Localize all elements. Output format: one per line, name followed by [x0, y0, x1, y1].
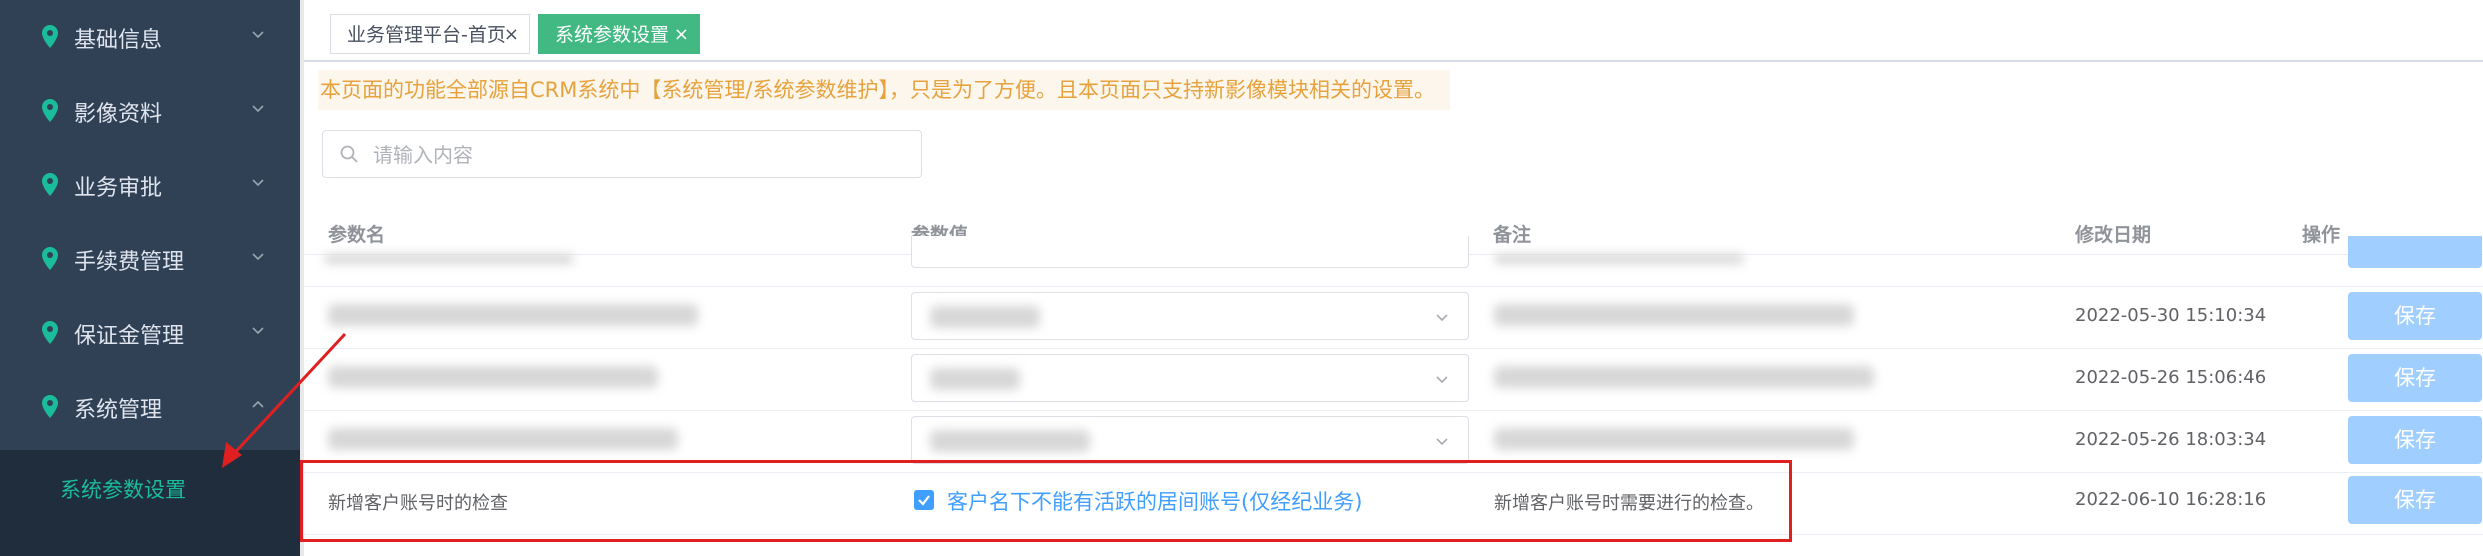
chevron-down-icon	[252, 253, 264, 261]
sidebar-item-label: 系统管理	[74, 398, 163, 423]
column-header-actions: 操作	[2302, 224, 2341, 246]
location-pin-icon	[42, 99, 58, 122]
sidebar-item-system-management[interactable]: 系统管理	[0, 370, 300, 444]
sidebar-item-label: 业务审批	[74, 176, 163, 201]
param-value-select[interactable]	[911, 236, 1469, 268]
column-header-modified-date: 修改日期	[2075, 224, 2152, 246]
tab-label: 系统参数设置	[555, 24, 670, 46]
tab-home[interactable]: 业务管理平台-首页 ×	[330, 14, 530, 54]
chevron-down-icon	[252, 105, 264, 113]
notice-banner: 本页面的功能全部源自CRM系统中【系统管理/系统参数维护】，只是为了方便。且本页…	[318, 70, 1450, 110]
param-value-select[interactable]	[911, 416, 1469, 464]
sidebar: 基础信息 影像资料 业务审批 手续费管理 保证金管理 系统管理 系统参数设置	[0, 0, 300, 556]
modified-date: 2022-05-30 15:10:34	[2075, 305, 2267, 326]
sidebar-item-label: 手续费管理	[74, 250, 185, 275]
location-pin-icon	[42, 25, 58, 48]
modified-date: 2022-06-10 16:28:16	[2075, 489, 2267, 510]
sidebar-item-basic-info[interactable]: 基础信息	[0, 0, 300, 74]
redacted-text	[930, 306, 1040, 328]
save-button[interactable]	[2348, 236, 2482, 268]
param-value-select[interactable]	[911, 354, 1469, 402]
redacted-text	[930, 430, 1090, 452]
redacted-text	[1494, 428, 1854, 450]
column-header-param-name: 参数名	[328, 224, 386, 246]
redacted-text	[1494, 366, 1874, 388]
sidebar-subitem-system-params[interactable]: 系统参数设置	[60, 474, 186, 504]
tabs-bar: 业务管理平台-首页 × 系统参数设置 ×	[304, 0, 2483, 62]
chevron-down-icon	[252, 179, 264, 187]
chevron-down-icon	[1436, 376, 1448, 384]
save-button[interactable]: 保存	[2348, 416, 2482, 464]
tab-system-params[interactable]: 系统参数设置 ×	[538, 14, 700, 54]
submenu-system-management: 系统参数设置	[0, 450, 300, 556]
chevron-down-icon	[1436, 438, 1448, 446]
close-icon[interactable]: ×	[674, 15, 689, 55]
close-icon[interactable]: ×	[504, 15, 519, 55]
sidebar-item-label: 基础信息	[74, 28, 163, 53]
sidebar-item-deposit-management[interactable]: 保证金管理	[0, 296, 300, 370]
sidebar-item-image-data[interactable]: 影像资料	[0, 74, 300, 148]
redacted-text	[1494, 254, 1744, 264]
highlight-box	[300, 460, 1792, 542]
chevron-up-icon	[252, 400, 264, 408]
location-pin-icon	[42, 173, 58, 196]
redacted-text	[1494, 304, 1854, 326]
save-button[interactable]: 保存	[2348, 476, 2482, 524]
row-divider	[304, 348, 2483, 349]
sidebar-item-business-approval[interactable]: 业务审批	[0, 148, 300, 222]
chevron-down-icon	[252, 327, 264, 335]
redacted-text	[328, 366, 658, 388]
main-content: 业务管理平台-首页 × 系统参数设置 × 本页面的功能全部源自CRM系统中【系统…	[300, 0, 2483, 556]
row-divider	[304, 286, 2483, 287]
column-header-remark: 备注	[1493, 224, 1532, 246]
location-pin-icon	[42, 321, 58, 344]
redacted-text	[328, 304, 698, 326]
search-icon	[340, 145, 358, 163]
chevron-down-icon	[1436, 314, 1448, 322]
location-pin-icon	[42, 395, 58, 418]
location-pin-icon	[42, 247, 58, 270]
modified-date: 2022-05-26 18:03:34	[2075, 429, 2267, 450]
redacted-text	[930, 368, 1020, 390]
row-divider	[304, 410, 2483, 411]
save-button[interactable]: 保存	[2348, 292, 2482, 340]
chevron-down-icon	[252, 31, 264, 39]
param-value-select[interactable]	[911, 292, 1469, 340]
sidebar-item-fee-management[interactable]: 手续费管理	[0, 222, 300, 296]
search-box[interactable]	[322, 130, 922, 178]
save-button[interactable]: 保存	[2348, 354, 2482, 402]
sidebar-item-label: 保证金管理	[74, 324, 185, 349]
search-input[interactable]	[371, 137, 895, 173]
redacted-text	[328, 428, 678, 450]
modified-date: 2022-05-26 15:06:46	[2075, 367, 2267, 388]
redacted-text	[324, 254, 574, 264]
tab-label: 业务管理平台-首页	[347, 24, 506, 46]
sidebar-item-label: 影像资料	[74, 102, 163, 127]
